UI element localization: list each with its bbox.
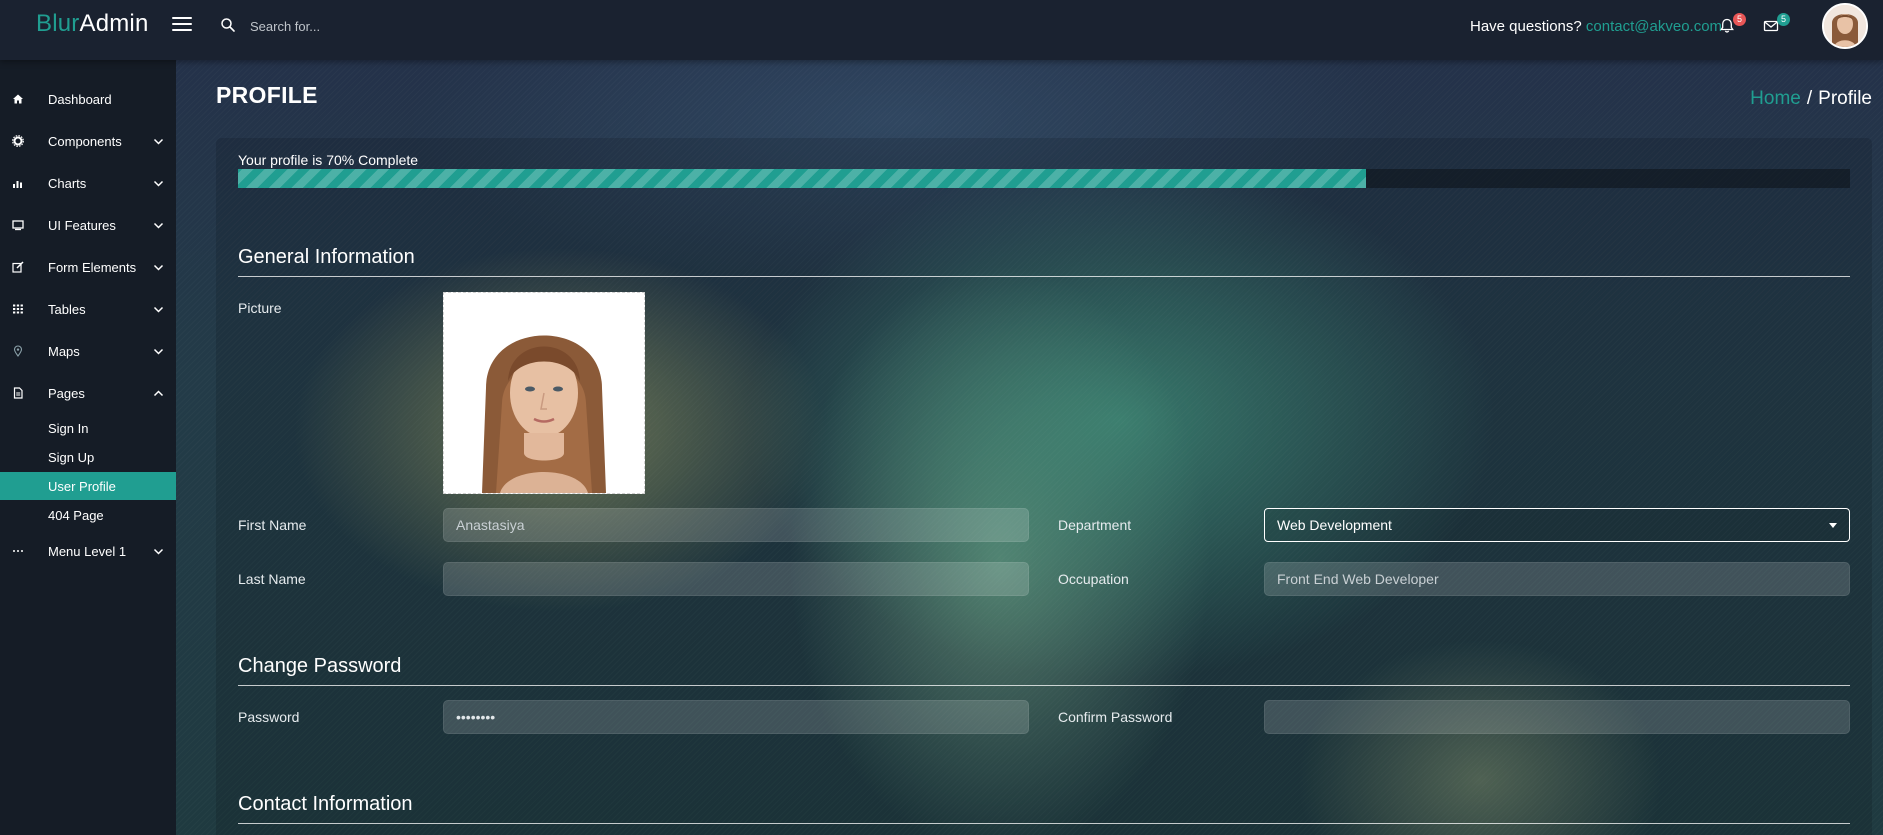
sidebar-item-label: Components (48, 133, 122, 149)
password-label: Password (238, 709, 300, 725)
sidebar-subitem-label: User Profile (48, 478, 116, 494)
occupation-label: Occupation (1058, 571, 1129, 587)
confirm-password-label: Confirm Password (1058, 709, 1173, 725)
contact-email-link[interactable]: contact@akveo.com (1586, 18, 1722, 35)
sidebar-subitem-sign-in[interactable]: Sign In (0, 414, 176, 442)
chevron-up-icon (153, 389, 164, 396)
sidebar-item-label: Maps (48, 343, 80, 359)
sidebar-item-form-elements[interactable]: Form Elements (0, 246, 176, 288)
caret-down-icon (1829, 523, 1837, 528)
edit-icon (12, 261, 24, 273)
sidebar: Dashboard Components Charts UI Features … (0, 60, 176, 835)
picture-label: Picture (238, 300, 282, 316)
top-bar: BlurAdmin Have questions? contact@akveo.… (0, 0, 1883, 60)
brand-part-blur: Blur (36, 10, 80, 37)
notifications-badge: 5 (1733, 13, 1746, 26)
sidebar-subitem-label: Sign In (48, 420, 89, 436)
section-divider (238, 276, 1850, 277)
chevron-down-icon (153, 306, 164, 313)
section-divider (238, 823, 1850, 824)
password-input[interactable] (443, 700, 1029, 734)
chevron-down-icon (153, 222, 164, 229)
brand-part-admin: Admin (79, 10, 149, 37)
chevron-down-icon (153, 138, 164, 145)
sidebar-item-label: Charts (48, 175, 87, 191)
brand-logo[interactable]: BlurAdmin (36, 10, 149, 38)
help-contact: Have questions? contact@akveo.com (1470, 18, 1722, 35)
page-title: PROFILE (216, 82, 318, 108)
file-icon (13, 387, 23, 399)
confirm-password-input[interactable] (1264, 700, 1850, 734)
section-title-contact: Contact Information (238, 793, 413, 815)
first-name-label: First Name (238, 517, 307, 533)
gear-icon (12, 135, 24, 147)
sidebar-subitem-user-profile[interactable]: User Profile (0, 472, 176, 500)
user-avatar[interactable] (1822, 3, 1868, 49)
sidebar-item-pages[interactable]: Pages (0, 372, 176, 414)
messages-badge: 5 (1777, 13, 1790, 26)
breadcrumb-home-link[interactable]: Home (1750, 88, 1801, 109)
chevron-down-icon (153, 264, 164, 271)
chevron-down-icon (153, 180, 164, 187)
occupation-input[interactable] (1264, 562, 1850, 596)
sidebar-subitem-sign-up[interactable]: Sign Up (0, 443, 176, 471)
last-name-label: Last Name (238, 571, 306, 587)
department-select[interactable]: Web Development (1264, 508, 1850, 542)
sidebar-subitem-label: 404 Page (48, 507, 104, 523)
search-input[interactable] (250, 15, 510, 37)
grid-icon (13, 304, 23, 314)
sidebar-subitem-label: Sign Up (48, 449, 95, 465)
bar-chart-icon (13, 181, 22, 188)
search-icon (221, 18, 235, 32)
profile-picture[interactable] (443, 292, 645, 494)
sidebar-item-label: UI Features (48, 217, 116, 233)
sidebar-item-label: Form Elements (48, 259, 137, 275)
sidebar-item-tables[interactable]: Tables (0, 288, 176, 330)
profile-progress-label: Your profile is 70% Complete (238, 152, 419, 168)
breadcrumb-separator: / (1806, 88, 1813, 109)
profile-progress-bar (238, 169, 1850, 188)
department-selected-value: Web Development (1277, 517, 1392, 533)
chevron-down-icon (153, 548, 164, 555)
section-title-password: Change Password (238, 655, 402, 677)
first-name-input[interactable] (443, 508, 1029, 542)
map-pin-icon (13, 345, 23, 357)
questions-text: Have questions? (1470, 18, 1582, 35)
monitor-icon (12, 220, 24, 231)
breadcrumb-current: Profile (1818, 88, 1872, 109)
sidebar-item-components[interactable]: Components (0, 120, 176, 162)
breadcrumb: Home / Profile (1750, 88, 1872, 110)
sidebar-item-menu-level-1[interactable]: Menu Level 1 (0, 530, 176, 572)
sidebar-item-label: Pages (48, 385, 85, 401)
sidebar-item-ui-features[interactable]: UI Features (0, 204, 176, 246)
sidebar-subitem-404-page[interactable]: 404 Page (0, 501, 176, 529)
sidebar-item-dashboard[interactable]: Dashboard (0, 78, 176, 120)
sidebar-item-maps[interactable]: Maps (0, 330, 176, 372)
profile-photo (444, 293, 644, 493)
sidebar-item-charts[interactable]: Charts (0, 162, 176, 204)
sidebar-item-label: Menu Level 1 (48, 543, 127, 559)
sidebar-item-label: Tables (48, 301, 86, 317)
menu-toggle-icon[interactable] (172, 17, 192, 33)
home-icon (13, 94, 23, 104)
last-name-input[interactable] (443, 562, 1029, 596)
department-label: Department (1058, 517, 1132, 533)
sidebar-item-label: Dashboard (48, 91, 112, 107)
chevron-down-icon (153, 348, 164, 355)
profile-progress-fill (238, 169, 1367, 188)
ellipsis-icon (13, 550, 23, 552)
section-title-general: General Information (238, 246, 415, 268)
section-divider (238, 685, 1850, 686)
